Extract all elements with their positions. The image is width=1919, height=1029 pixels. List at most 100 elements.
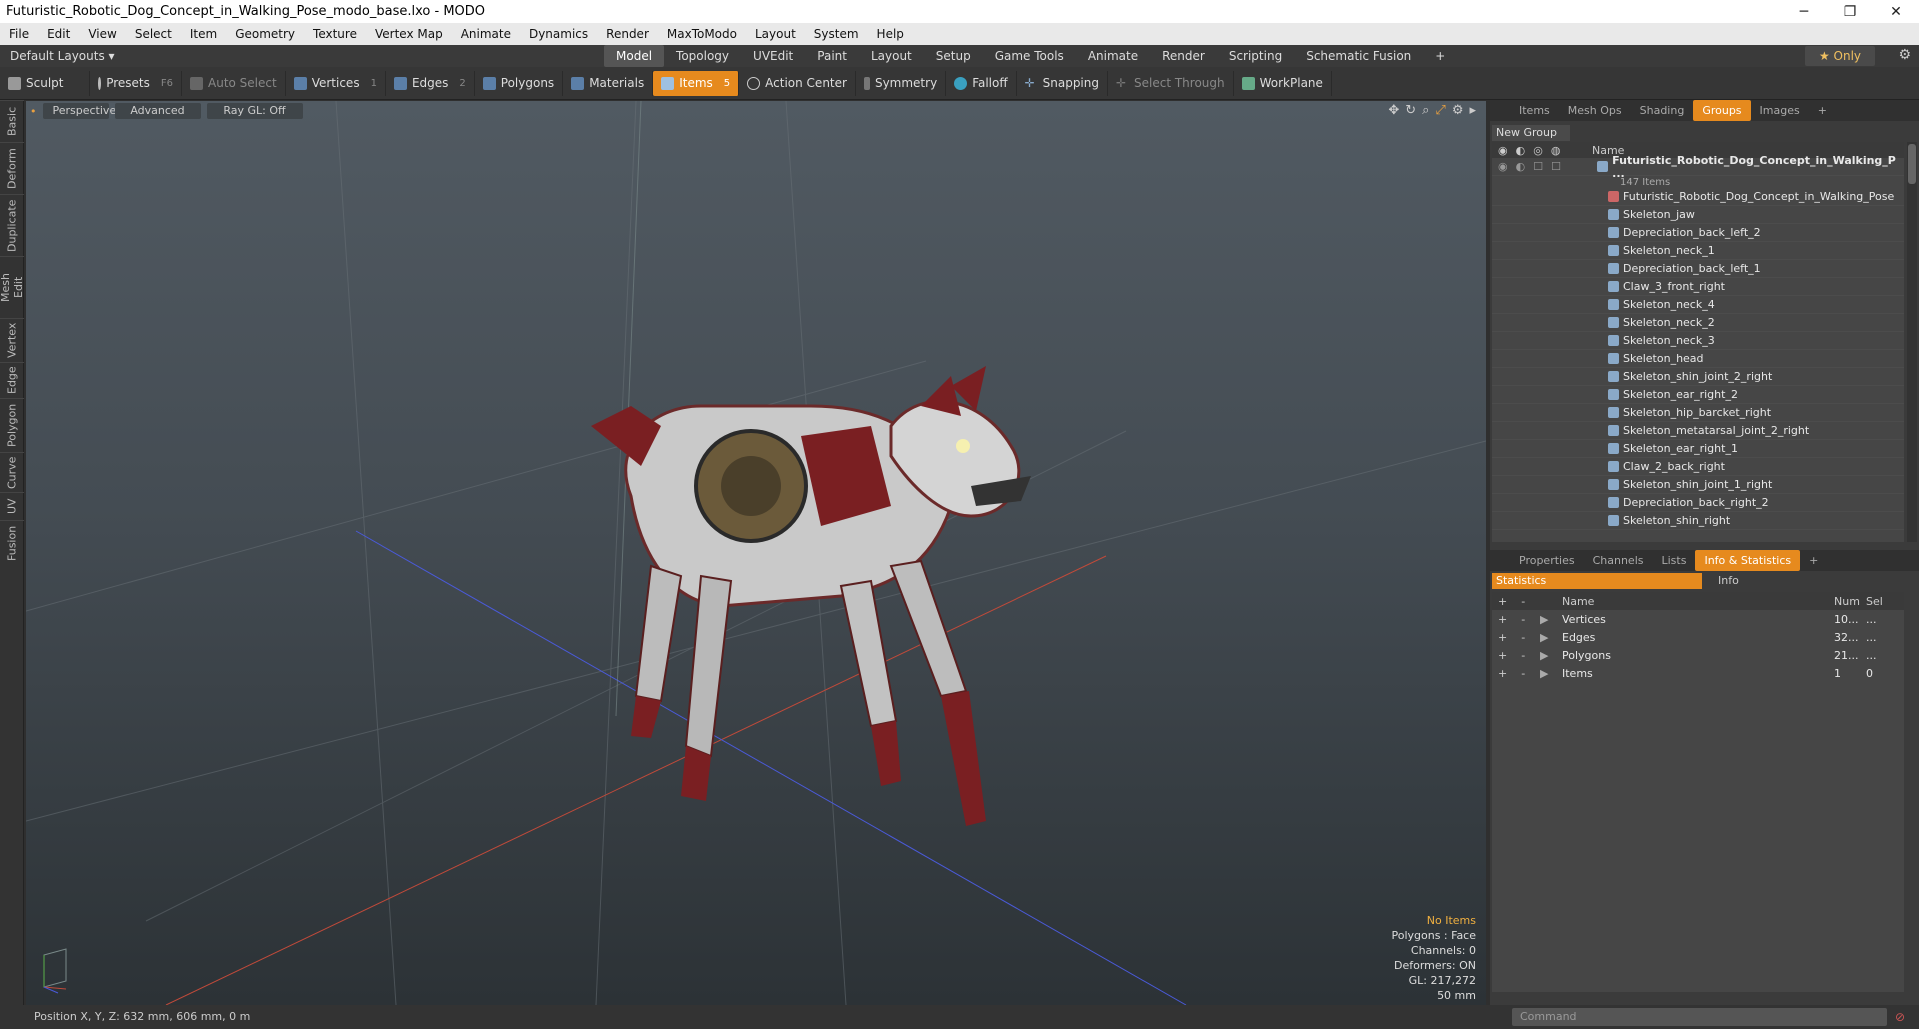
- menu-dynamics[interactable]: Dynamics: [520, 27, 597, 41]
- list-item[interactable]: Futuristic_Robotic_Dog_Concept_in_Walkin…: [1492, 188, 1904, 206]
- group-root-row[interactable]: ◉ ◐ ☐ ☐ Futuristic_Robotic_Dog_Concept_in_W…: [1492, 154, 1904, 180]
- add-panel-tab-button[interactable]: +: [1809, 100, 1836, 121]
- robotic-dog-model[interactable]: [591, 366, 1091, 846]
- list-item[interactable]: Claw_2_back_right: [1492, 458, 1904, 476]
- 3d-viewport[interactable]: • Perspective Advanced Ray GL: Off ✥ ↻ ⌕…: [26, 101, 1486, 1005]
- eye-icon[interactable]: ◉: [1498, 144, 1508, 157]
- falloff-button[interactable]: Falloff: [946, 70, 1017, 96]
- remove-icon[interactable]: -: [1521, 649, 1525, 662]
- tab-vertex[interactable]: Vertex: [0, 318, 24, 362]
- add-icon[interactable]: +: [1498, 667, 1507, 680]
- snapping-button[interactable]: ✛ Snapping: [1017, 70, 1108, 96]
- tree-scrollbar[interactable]: [1907, 142, 1917, 542]
- table-row[interactable]: + - ▶ Polygons 21... ...: [1492, 646, 1904, 664]
- menu-item[interactable]: Item: [181, 27, 226, 41]
- select-through-button[interactable]: ✛ Select Through: [1108, 70, 1234, 96]
- tab-scripting[interactable]: Scripting: [1217, 45, 1294, 67]
- presets-button[interactable]: Presets F6: [90, 70, 182, 96]
- list-item[interactable]: Skeleton_shin_right: [1492, 512, 1904, 530]
- expand-icon[interactable]: ▶: [1534, 667, 1550, 680]
- tab-paint[interactable]: Paint: [805, 45, 859, 67]
- add-tab-button[interactable]: +: [1423, 45, 1457, 67]
- statistics-tab[interactable]: Statistics: [1492, 573, 1702, 589]
- tab-game-tools[interactable]: Game Tools: [983, 45, 1076, 67]
- eye-icon[interactable]: ◉: [1498, 160, 1508, 173]
- remove-icon[interactable]: -: [1521, 595, 1525, 608]
- info-tab[interactable]: Info: [1702, 573, 1739, 589]
- tab-properties[interactable]: Properties: [1510, 550, 1584, 571]
- zoom-icon[interactable]: ⌕: [1422, 103, 1429, 118]
- menu-file[interactable]: File: [0, 27, 38, 41]
- items-button[interactable]: Items 5: [653, 70, 740, 96]
- tab-edge[interactable]: Edge: [0, 362, 24, 398]
- pan-icon[interactable]: ✥: [1388, 103, 1399, 118]
- table-row[interactable]: + - ▶ Edges 32... ...: [1492, 628, 1904, 646]
- list-item[interactable]: Skeleton_ear_right_2: [1492, 386, 1904, 404]
- render-icon[interactable]: ◐: [1516, 144, 1526, 157]
- tab-setup[interactable]: Setup: [924, 45, 983, 67]
- tab-duplicate[interactable]: Duplicate: [0, 194, 24, 256]
- minimize-button[interactable]: ─: [1781, 4, 1827, 20]
- tab-animate[interactable]: Animate: [1076, 45, 1150, 67]
- viewport-settings-icon[interactable]: ⚙: [1452, 103, 1464, 118]
- raygl-button[interactable]: Ray GL: Off: [206, 103, 303, 119]
- menu-render[interactable]: Render: [597, 27, 658, 41]
- expand-icon[interactable]: ▶: [1534, 649, 1550, 662]
- only-toggle[interactable]: ★ Only: [1805, 46, 1875, 66]
- command-input[interactable]: Command: [1512, 1008, 1887, 1026]
- list-item[interactable]: Skeleton_ear_right_1: [1492, 440, 1904, 458]
- new-group-button[interactable]: New Group: [1492, 125, 1570, 141]
- menu-animate[interactable]: Animate: [452, 27, 520, 41]
- layout-selector[interactable]: Default Layouts ▾: [0, 49, 600, 63]
- symmetry-button[interactable]: Symmetry: [856, 70, 947, 96]
- remove-icon[interactable]: -: [1521, 667, 1525, 680]
- scroll-thumb[interactable]: [1908, 144, 1916, 184]
- tab-groups[interactable]: Groups: [1693, 100, 1751, 121]
- tab-polygon[interactable]: Polygon: [0, 398, 24, 452]
- expand-icon[interactable]: ▶: [1534, 613, 1550, 626]
- view-perspective-button[interactable]: Perspective: [42, 103, 116, 119]
- list-item[interactable]: Depreciation_back_left_1: [1492, 260, 1904, 278]
- menu-view[interactable]: View: [79, 27, 125, 41]
- tab-curve[interactable]: Curve: [0, 452, 24, 492]
- menu-vertex-map[interactable]: Vertex Map: [366, 27, 452, 41]
- list-item[interactable]: Skeleton_neck_2: [1492, 314, 1904, 332]
- tab-schematic-fusion[interactable]: Schematic Fusion: [1294, 45, 1423, 67]
- menu-help[interactable]: Help: [868, 27, 913, 41]
- menu-select[interactable]: Select: [126, 27, 181, 41]
- list-item[interactable]: Skeleton_neck_1: [1492, 242, 1904, 260]
- table-row[interactable]: + - ▶ Vertices 10... ...: [1492, 610, 1904, 628]
- menu-geometry[interactable]: Geometry: [226, 27, 304, 41]
- tab-mesh-edit[interactable]: Mesh Edit: [0, 256, 25, 318]
- shading-style-button[interactable]: Advanced: [114, 103, 201, 119]
- list-item[interactable]: Depreciation_back_right_2: [1492, 494, 1904, 512]
- rotate-icon[interactable]: ↻: [1405, 103, 1416, 118]
- remove-icon[interactable]: -: [1521, 631, 1525, 644]
- checkbox[interactable]: ☐: [1533, 160, 1543, 173]
- table-row[interactable]: + - ▶ Items 1 0: [1492, 664, 1904, 682]
- tab-layout[interactable]: Layout: [859, 45, 924, 67]
- tab-uvedit[interactable]: UVEdit: [741, 45, 805, 67]
- tab-topology[interactable]: Topology: [664, 45, 741, 67]
- list-item[interactable]: Skeleton_neck_4: [1492, 296, 1904, 314]
- maximize-button[interactable]: ❐: [1827, 4, 1873, 20]
- menu-system[interactable]: System: [805, 27, 868, 41]
- tab-mesh-ops[interactable]: Mesh Ops: [1559, 100, 1631, 121]
- tab-deform[interactable]: Deform: [0, 142, 24, 194]
- tab-shading[interactable]: Shading: [1631, 100, 1694, 121]
- viewport-menu-icon[interactable]: •: [30, 105, 37, 118]
- list-item[interactable]: Claw_3_front_right: [1492, 278, 1904, 296]
- polygons-button[interactable]: Polygons: [475, 70, 564, 96]
- close-button[interactable]: ✕: [1873, 4, 1919, 20]
- auto-select-button[interactable]: Auto Select: [182, 70, 286, 96]
- remove-icon[interactable]: -: [1521, 613, 1525, 626]
- tab-basic[interactable]: Basic: [0, 100, 24, 142]
- tab-info-statistics[interactable]: Info & Statistics: [1695, 550, 1801, 571]
- add-panel-tab-button[interactable]: +: [1800, 550, 1827, 571]
- add-icon[interactable]: +: [1498, 613, 1507, 626]
- list-item[interactable]: Depreciation_back_left_2: [1492, 224, 1904, 242]
- add-icon[interactable]: +: [1498, 649, 1507, 662]
- maximize-view-icon[interactable]: ⤢: [1435, 103, 1445, 118]
- list-item[interactable]: Skeleton_shin_joint_1_right: [1492, 476, 1904, 494]
- action-center-button[interactable]: Action Center: [739, 70, 856, 96]
